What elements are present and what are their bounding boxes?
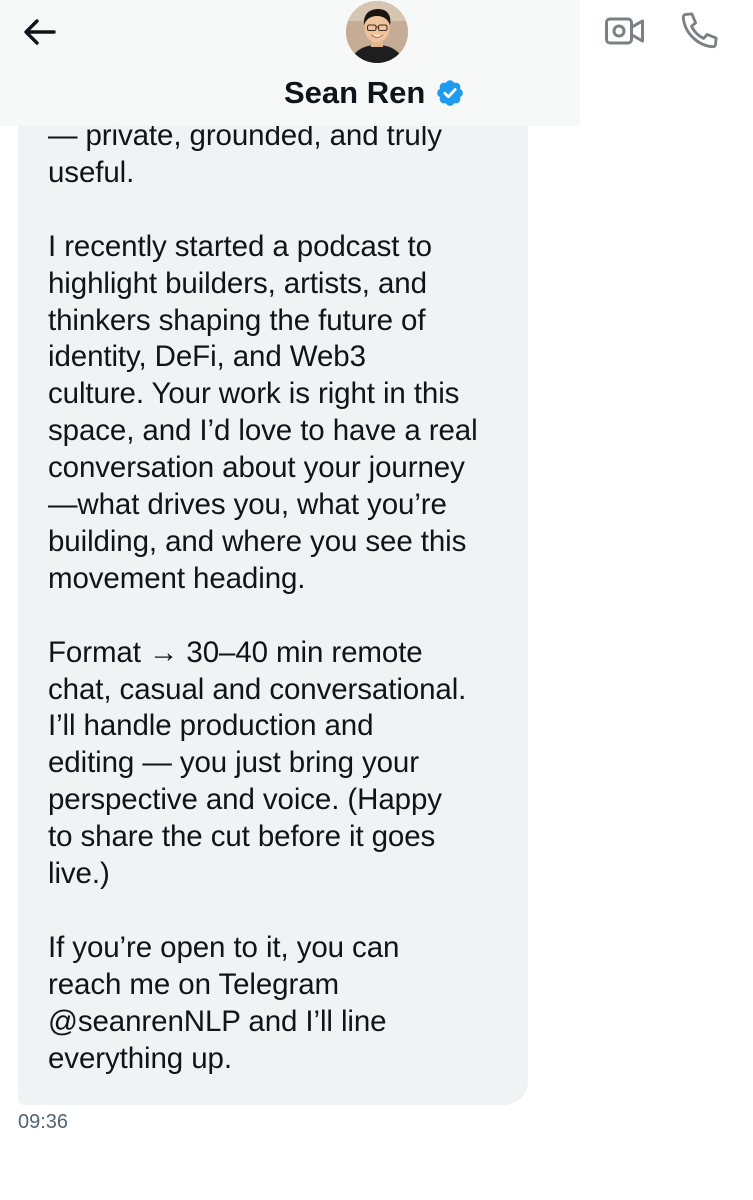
- conversation-header: Sean Ren: [0, 0, 718, 126]
- message-line: conversation about your journey: [48, 451, 465, 485]
- message-paragraph: Format → 30–40 min remote chat, casual a…: [48, 635, 516, 893]
- verified-badge-icon: [437, 80, 464, 106]
- video-camera-icon: [605, 17, 644, 45]
- message-line: reach me on Telegram: [48, 967, 339, 1001]
- message-line: —what drives you, what you’re: [48, 488, 447, 522]
- message-line: I’ll handle production and: [48, 709, 374, 743]
- contact-name-label: Sean Ren: [284, 75, 426, 110]
- message-line: thinkers shaping the future of: [48, 303, 426, 337]
- message-timestamp: 09:36: [18, 1111, 69, 1133]
- message-line: to share the cut before it goes: [48, 820, 436, 854]
- message-line: culture. Your work is right in this: [48, 377, 460, 411]
- message-line: highlight builders, artists, and: [48, 266, 427, 300]
- message-line: If you’re open to it, you can: [48, 930, 400, 964]
- message-line: I recently started a podcast to: [48, 229, 432, 263]
- message-text: — private, grounded, and truly useful. I…: [48, 118, 516, 1078]
- message-line: building, and where you see this: [48, 524, 467, 558]
- message-line: space, and I’d love to have a real: [48, 414, 478, 448]
- message-line: perspective and voice. (Happy: [48, 783, 442, 817]
- message-line: useful.: [48, 155, 135, 189]
- message-line: everything up.: [48, 1041, 232, 1075]
- message-line: movement heading.: [48, 561, 306, 595]
- phone-icon: [681, 12, 718, 49]
- message-line: Format → 30–40 min remote: [48, 635, 423, 669]
- message-paragraph: If you’re open to it, you can reach me o…: [48, 930, 516, 1078]
- message-line: live.): [48, 857, 110, 891]
- arrow-left-icon: [24, 19, 56, 45]
- avatar[interactable]: [346, 1, 408, 63]
- phone-call-button[interactable]: [678, 8, 722, 52]
- message-bubble[interactable]: — private, grounded, and truly useful. I…: [18, 60, 528, 1105]
- back-button[interactable]: [18, 10, 62, 54]
- contact-name[interactable]: Sean Ren: [284, 72, 465, 114]
- message-line: chat, casual and conversational.: [48, 672, 467, 706]
- message-line: editing — you just bring your: [48, 746, 419, 780]
- message-paragraph: I recently started a podcast to highligh…: [48, 229, 516, 598]
- profile-photo: [346, 1, 408, 63]
- message-paragraph: — private, grounded, and truly useful.: [48, 118, 516, 192]
- message-line: identity, DeFi, and Web3: [48, 340, 366, 374]
- video-call-button[interactable]: [604, 10, 646, 52]
- message-line: @seanrenNLP and I’ll line: [48, 1004, 387, 1038]
